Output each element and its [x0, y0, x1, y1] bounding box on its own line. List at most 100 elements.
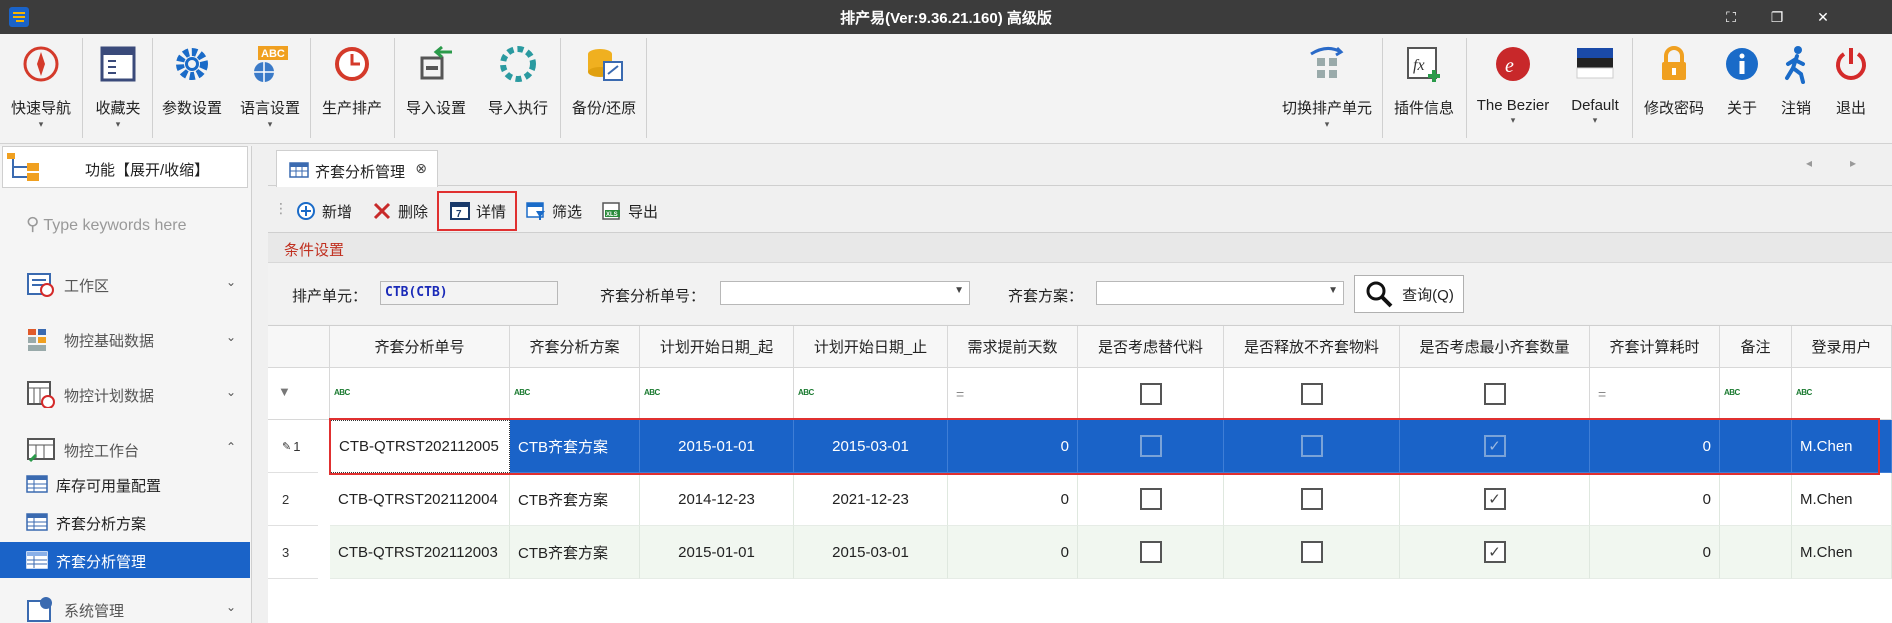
filter-cell-release[interactable] — [1224, 368, 1400, 420]
nav-panel-header[interactable]: 功能【展开/收缩】 — [2, 146, 248, 188]
cell-min-qty[interactable]: ✓ — [1400, 526, 1590, 579]
nav-group-system[interactable]: 系统管理 ⌄ — [0, 592, 250, 623]
cell-user[interactable]: M.Chen — [1792, 473, 1892, 526]
cell-start-to[interactable]: 2021-12-23 — [794, 473, 948, 526]
tab-close-icon[interactable]: ⊗ — [415, 160, 427, 177]
col-header-substitute[interactable]: 是否考虑替代料 — [1078, 326, 1224, 368]
row-number[interactable]: 3 — [268, 526, 318, 579]
filter-row-indicator: ▼ — [268, 368, 330, 420]
col-header-cost[interactable]: 齐套计算耗时 — [1590, 326, 1720, 368]
cell-cost[interactable]: 0 — [1590, 526, 1720, 579]
cell-cost[interactable]: 0 — [1590, 473, 1720, 526]
restore-button[interactable]: ❐ — [1754, 0, 1800, 34]
nav-group-workspace[interactable]: 工作区 ⌄ — [0, 267, 250, 301]
ribbon-theme-bezier-button[interactable]: e The Bezier ▾ — [1468, 34, 1558, 144]
fullscreen-button[interactable]: ⛶ — [1708, 0, 1754, 34]
filter-cell-start-to[interactable]: ABC — [794, 368, 948, 420]
ribbon-import-settings-button[interactable]: 导入设置 — [396, 34, 476, 144]
tab-scroll-right-icon[interactable]: ▸ — [1850, 156, 1856, 170]
cell-release[interactable] — [1224, 526, 1400, 579]
cell-scheme[interactable]: CTB齐套方案 — [510, 473, 640, 526]
nav-group-basic-data[interactable]: 物控基础数据 ⌄ — [0, 322, 250, 356]
plan-data-icon — [27, 381, 55, 408]
col-header-min-qty[interactable]: 是否考虑最小齐套数量 — [1400, 326, 1590, 368]
query-button[interactable]: 查询(Q) — [1354, 275, 1464, 313]
row-number[interactable]: ✎ 1 — [268, 420, 318, 473]
tab-scroll-left-icon[interactable]: ◂ — [1806, 156, 1812, 170]
cell-start-from[interactable]: 2014-12-23 — [640, 473, 794, 526]
cell-start-from[interactable]: 2015-01-01 — [640, 526, 794, 579]
add-button[interactable]: 新增 — [296, 196, 352, 226]
ribbon-quick-nav-button[interactable]: 快速导航 ▾ — [2, 34, 80, 144]
checkbox-checked[interactable]: ✓ — [1483, 488, 1506, 510]
checkbox-checked[interactable]: ✓ — [1483, 541, 1506, 563]
filter-cell-order-no[interactable]: ABC — [330, 368, 510, 420]
scheme-field[interactable]: ▼ — [1096, 281, 1344, 305]
ribbon-logout-button[interactable]: 注销 — [1770, 34, 1822, 144]
order-no-field[interactable]: ▼ — [720, 281, 970, 305]
filter-checkbox[interactable] — [1300, 382, 1323, 405]
col-header-order-no[interactable]: 齐套分析单号 — [330, 326, 510, 368]
row-number[interactable]: 2 — [268, 473, 318, 526]
ribbon-favorites-button[interactable]: 收藏夹 ▾ — [84, 34, 152, 144]
col-header-start-from[interactable]: 计划开始日期_起 — [640, 326, 794, 368]
unit-field[interactable]: CTB(CTB) — [380, 281, 558, 305]
cell-min-qty[interactable]: ✓ — [1400, 473, 1590, 526]
ribbon-change-password-button[interactable]: 修改密码 — [1634, 34, 1714, 144]
nav-group-plan-data[interactable]: 物控计划数据 ⌄ — [0, 377, 250, 411]
ribbon-about-button[interactable]: 关于 — [1716, 34, 1768, 144]
filter-checkbox[interactable] — [1483, 382, 1506, 405]
ribbon-schedule-button[interactable]: 生产排产 — [312, 34, 392, 144]
cell-order-no[interactable]: CTB-QTRST202112004 — [330, 473, 510, 526]
col-header-lead-days[interactable]: 需求提前天数 — [948, 326, 1078, 368]
nav-group-workbench[interactable]: 物控工作台 ⌃ — [0, 432, 250, 466]
filter-cell-user[interactable]: ABC — [1792, 368, 1892, 420]
cell-substitute[interactable] — [1078, 473, 1224, 526]
col-header-release[interactable]: 是否释放不齐套物料 — [1224, 326, 1400, 368]
ribbon-backup-restore-button[interactable]: 备份/还原 — [562, 34, 646, 144]
filter-cell-min-qty[interactable] — [1400, 368, 1590, 420]
col-header-remark[interactable]: 备注 — [1720, 326, 1792, 368]
cell-start-to[interactable]: 2015-03-01 — [794, 526, 948, 579]
filter-cell-remark[interactable]: ABC — [1720, 368, 1792, 420]
nav-item-kit-management[interactable]: 齐套分析管理 — [0, 542, 250, 578]
col-header-user[interactable]: 登录用户 — [1792, 326, 1892, 368]
import-run-icon — [496, 42, 540, 86]
ribbon-exit-button[interactable]: 退出 — [1824, 34, 1878, 144]
filter-checkbox[interactable] — [1139, 382, 1162, 405]
nav-search-input[interactable]: ⚲ Type keywords here — [26, 214, 187, 235]
ribbon-language-button[interactable]: ABC 语言设置 ▾ — [232, 34, 308, 144]
cell-remark[interactable] — [1720, 473, 1792, 526]
ribbon-switch-unit-button[interactable]: 切换排产单元 ▾ — [1274, 34, 1380, 144]
ribbon-theme-default-button[interactable]: Default ▾ — [1560, 34, 1630, 144]
nav-item-kit-scheme[interactable]: 齐套分析方案 — [0, 504, 250, 540]
delete-button[interactable]: 删除 — [372, 196, 428, 226]
filter-cell-scheme[interactable]: ABC — [510, 368, 640, 420]
cell-release[interactable] — [1224, 473, 1400, 526]
filter-cell-lead-days[interactable]: = — [948, 368, 1078, 420]
checkbox-unchecked[interactable] — [1139, 488, 1162, 510]
close-window-button[interactable]: ✕ — [1800, 0, 1846, 34]
filter-cell-substitute[interactable] — [1078, 368, 1224, 420]
cell-remark[interactable] — [1720, 526, 1792, 579]
cell-substitute[interactable] — [1078, 526, 1224, 579]
cell-user[interactable]: M.Chen — [1792, 526, 1892, 579]
checkbox-unchecked[interactable] — [1300, 488, 1323, 510]
cell-lead-days[interactable]: 0 — [948, 526, 1078, 579]
ribbon-import-run-button[interactable]: 导入执行 — [478, 34, 558, 144]
filter-cell-start-from[interactable]: ABC — [640, 368, 794, 420]
cell-lead-days[interactable]: 0 — [948, 473, 1078, 526]
cell-order-no[interactable]: CTB-QTRST202112003 — [330, 526, 510, 579]
filter-button[interactable]: 筛选 — [526, 196, 582, 226]
col-header-start-to[interactable]: 计划开始日期_止 — [794, 326, 948, 368]
checkbox-unchecked[interactable] — [1139, 541, 1162, 563]
checkbox-unchecked[interactable] — [1300, 541, 1323, 563]
cell-scheme[interactable]: CTB齐套方案 — [510, 526, 640, 579]
ribbon-plugin-info-button[interactable]: fx 插件信息 — [1384, 34, 1464, 144]
tab-kit-management[interactable]: 齐套分析管理 ⊗ — [276, 150, 438, 187]
nav-item-inventory-config[interactable]: 库存可用量配置 — [0, 466, 250, 502]
filter-cell-cost[interactable]: = — [1590, 368, 1720, 420]
ribbon-params-button[interactable]: 参数设置 — [154, 34, 230, 144]
col-header-scheme[interactable]: 齐套分析方案 — [510, 326, 640, 368]
export-button[interactable]: XLS 导出 — [602, 196, 658, 226]
